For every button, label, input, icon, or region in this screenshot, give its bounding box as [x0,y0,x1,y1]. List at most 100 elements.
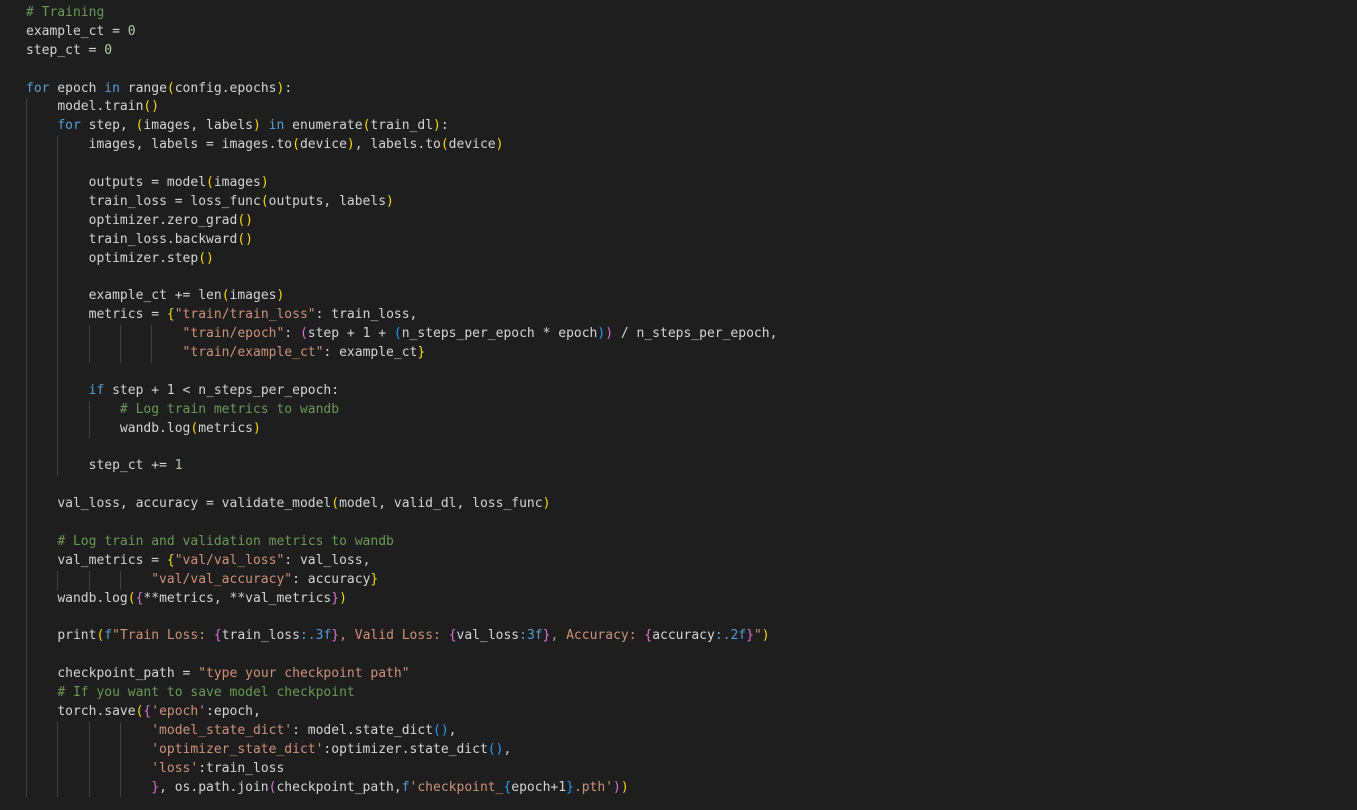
code-token: : [284,80,293,96]
code-token: ( [206,175,214,191]
indent-guide [26,268,27,288]
code-line[interactable]: # Training [26,4,777,23]
code-line[interactable] [26,646,777,666]
code-line[interactable] [26,362,777,382]
code-token: ( [166,80,175,96]
code-line[interactable]: }, os.path.join(checkpoint_path,f'checkp… [26,778,777,798]
code-token: ) [339,590,347,606]
indent-guide [26,627,27,647]
code-line[interactable]: example_ct += len(images) [26,287,777,307]
indent-guide [26,230,27,250]
code-token: val_loss, accuracy = validate_model [57,496,332,512]
code-line[interactable]: train_loss = loss_func(outputs, labels) [26,192,777,212]
code-line[interactable]: step_ct += 1 [26,457,777,477]
code-token: "train/train_loss" [174,307,316,323]
code-token: ) [253,420,261,436]
code-line[interactable] [26,268,777,288]
code-token: } [746,628,754,644]
indent-guide [26,174,27,193]
code-token: n_steps_per_epoch * epoch [401,326,598,342]
code-token: , os.path.join [159,779,269,795]
code-token: ) [761,628,770,644]
code-token: val_metrics = [57,552,167,568]
code-editor[interactable]: # Training example_ct = 0 step_ct = 0 for e… [0,0,1357,810]
code-line[interactable] [26,61,777,80]
code-line[interactable]: metrics = {"train/train_loss": train_los… [26,306,777,326]
code-token: wandb.log [57,590,128,606]
code-token: outputs, labels [268,193,387,209]
indent-guide [26,438,27,458]
indent-guide [26,702,27,722]
code-token: } [370,571,379,587]
code-line[interactable]: for epoch in range(config.epochs): [26,80,777,99]
indent-guide [57,778,59,798]
code-line[interactable]: wandb.log(metrics) [26,419,777,439]
code-token: : train_loss, [315,307,418,323]
code-line[interactable]: checkpoint_path = "type your checkpoint … [26,665,777,685]
code-token: step_ct = [26,42,105,58]
code-token: ) [613,779,621,795]
code-line[interactable]: 'loss':train_loss [26,759,777,779]
indent-guide [57,721,59,741]
code-line[interactable]: model.train() [26,98,777,118]
code-line[interactable]: val_loss, accuracy = validate_model(mode… [26,495,777,515]
code-line[interactable]: outputs = model(images) [26,174,777,193]
indent-guide [26,532,27,552]
code-token: ) [433,118,441,134]
code-line[interactable]: 'model_state_dict': model.state_dict(), [26,721,777,741]
code-token: ) [495,137,504,153]
code-line[interactable] [26,155,777,175]
code-line[interactable]: optimizer.zero_grad() [26,211,777,231]
code-token: ) [346,137,355,153]
indent-guide [119,344,121,363]
code-line[interactable]: "train/epoch": (step + 1 + (n_steps_per_… [26,325,777,345]
code-token: ( [260,193,269,209]
code-line[interactable]: print(f"Train Loss: {train_loss:.3f}, Va… [26,627,777,647]
indent-guide [88,721,90,741]
code-token: # Log train metrics to wandb [119,401,340,417]
indent-guide [26,514,27,533]
code-line[interactable]: optimizer.step() [26,249,777,269]
code-line[interactable] [26,476,777,496]
code-line[interactable]: wandb.log({**metrics, **val_metrics}) [26,589,777,609]
code-token: : accuracy [292,571,371,587]
code-token: ) [605,326,614,342]
code-token: , [448,722,457,738]
code-token: metrics [198,420,253,436]
code-line[interactable]: # If you want to save model checkpoint [26,684,777,703]
code-token: { [166,307,175,323]
code-line[interactable]: step_ct = 0 [26,42,777,61]
indent-guide [88,325,90,345]
code-token: "Train Loss: [112,628,214,644]
code-line[interactable]: # Log train and validation metrics to wa… [26,532,777,552]
code-token: ( [127,590,136,606]
code-token: () [237,231,253,247]
code-line[interactable]: images, labels = images.to(device), labe… [26,136,777,156]
code-line[interactable]: train_loss.backward() [26,230,777,250]
code-line[interactable]: for step, (images, labels) in enumerate(… [26,117,777,137]
code-line[interactable]: if step + 1 < n_steps_per_epoch: [26,381,777,401]
code-line[interactable]: torch.save({'epoch':epoch, [26,702,777,722]
code-token: example_ct = [26,23,128,39]
code-line[interactable]: example_ct = 0 [26,23,777,42]
indent-guide [119,325,121,345]
code-line[interactable]: # Log train metrics to wandb [26,400,777,420]
code-line[interactable]: "train/example_ct": example_ct} [26,344,777,363]
code-token: :epoch, [206,703,261,719]
code-token: " [753,628,762,644]
code-line[interactable] [26,514,777,533]
indent-guide [26,476,27,496]
code-line[interactable]: "val/val_accuracy": accuracy} [26,570,777,590]
indent-guide [26,419,27,439]
code-token: 'loss' [151,760,199,776]
code-line[interactable]: 'optimizer_state_dict':optimizer.state_d… [26,740,777,760]
indent-guide [57,230,59,250]
code-line[interactable]: val_metrics = {"val/val_loss": val_loss, [26,551,777,571]
code-token: "val/val_accuracy" [151,571,293,587]
code-line[interactable] [26,438,777,458]
code-line[interactable] [26,608,777,628]
code-block[interactable]: # Training example_ct = 0 step_ct = 0 for e… [26,4,777,798]
indent-guide [26,778,27,798]
